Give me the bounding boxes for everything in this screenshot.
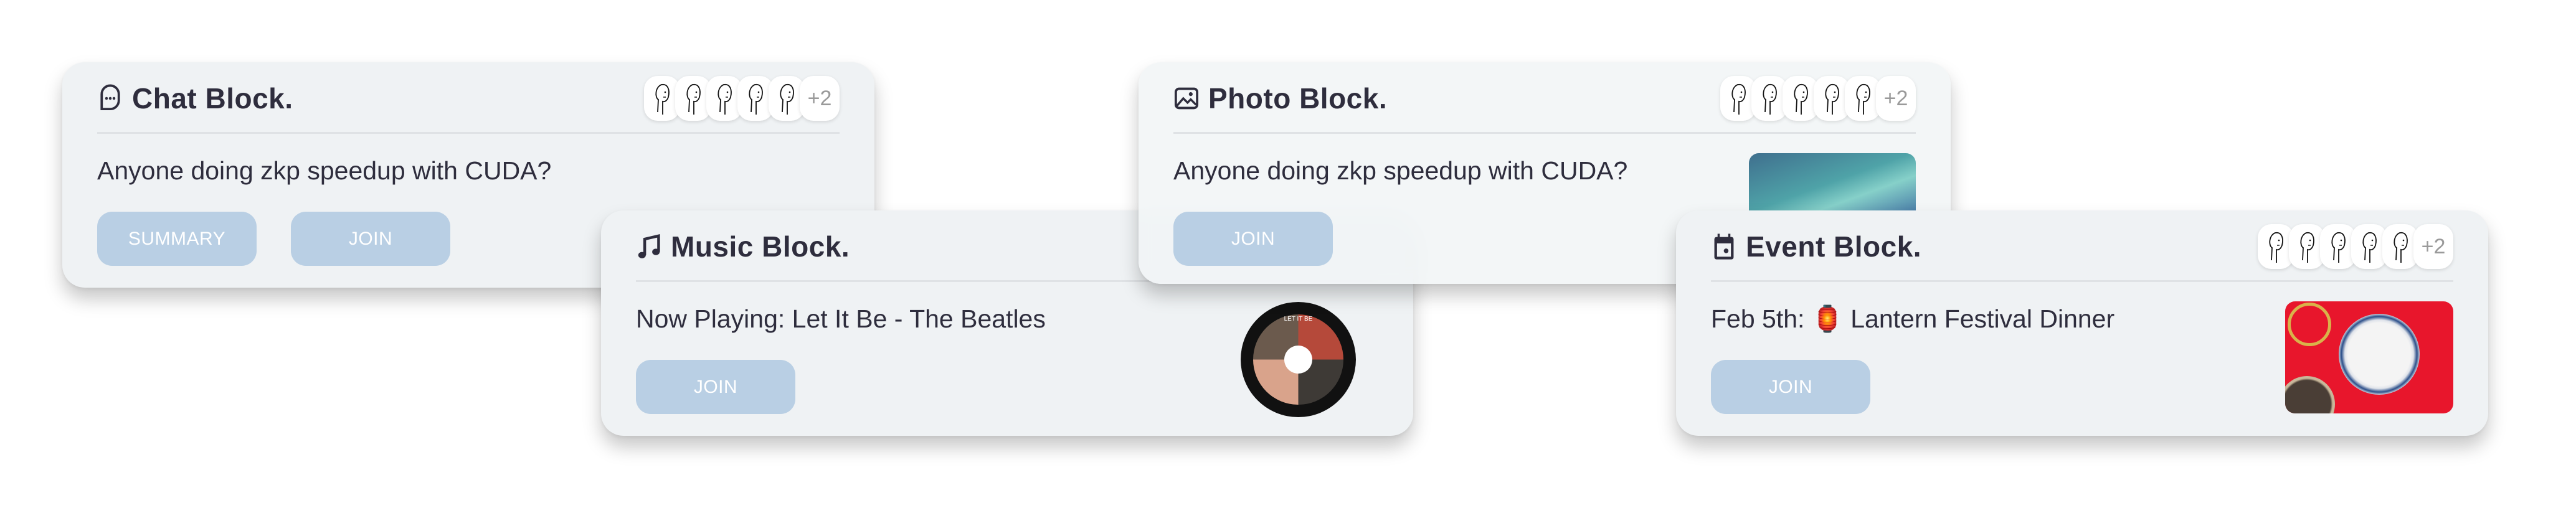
music-block-header: Music Block. [636, 228, 850, 265]
summary-button[interactable]: SUMMARY [97, 212, 257, 266]
join-button[interactable]: JOIN [1711, 360, 1870, 414]
join-button[interactable]: JOIN [636, 360, 795, 414]
image-icon [1174, 87, 1199, 110]
block-title: Event Block. [1746, 230, 1922, 263]
album-cover-text: LET IT BE [1284, 316, 1313, 323]
block-title: Music Block. [671, 230, 850, 263]
more-participants-count: +2 [800, 76, 840, 121]
block-title: Chat Block. [132, 82, 293, 115]
divider [1711, 280, 2453, 282]
event-block-header: Event Block. [1711, 228, 1921, 265]
more-participants-count: +2 [1876, 76, 1916, 121]
album-record[interactable]: LET IT BE [1241, 302, 1356, 417]
block-message: Anyone doing zkp speedup with CUDA? [97, 156, 552, 185]
join-button[interactable]: JOIN [1173, 212, 1333, 266]
sesame-bowl [2285, 376, 2335, 413]
participant-avatars[interactable]: +2 [1720, 76, 1916, 121]
event-description: Feb 5th: 🏮 Lantern Festival Dinner [1711, 304, 2115, 333]
participant-avatars[interactable]: +2 [2258, 224, 2453, 269]
calendar-icon [1714, 233, 1734, 260]
event-block-card: Event Block. +2 Feb 5th: 🏮 Lantern Festi… [1676, 210, 2488, 436]
chat-block-header: Chat Block. [97, 80, 293, 117]
divider [1173, 132, 1916, 134]
more-participants-count: +2 [2413, 224, 2453, 269]
divider [97, 132, 840, 134]
chat-bubble-icon [100, 84, 120, 111]
photo-block-header: Photo Block. [1173, 80, 1387, 117]
participant-avatars[interactable]: +2 [644, 76, 840, 121]
gold-ornament [2288, 303, 2331, 346]
block-title: Photo Block. [1208, 82, 1388, 115]
record-hole [1284, 346, 1312, 374]
music-note-icon [638, 234, 660, 258]
event-photo[interactable] [2285, 301, 2453, 413]
now-playing-text: Now Playing: Let It Be - The Beatles [636, 304, 1046, 333]
bowl-of-tangyuan [2339, 314, 2420, 395]
join-button[interactable]: JOIN [291, 212, 450, 266]
block-message: Anyone doing zkp speedup with CUDA? [1173, 156, 1628, 185]
